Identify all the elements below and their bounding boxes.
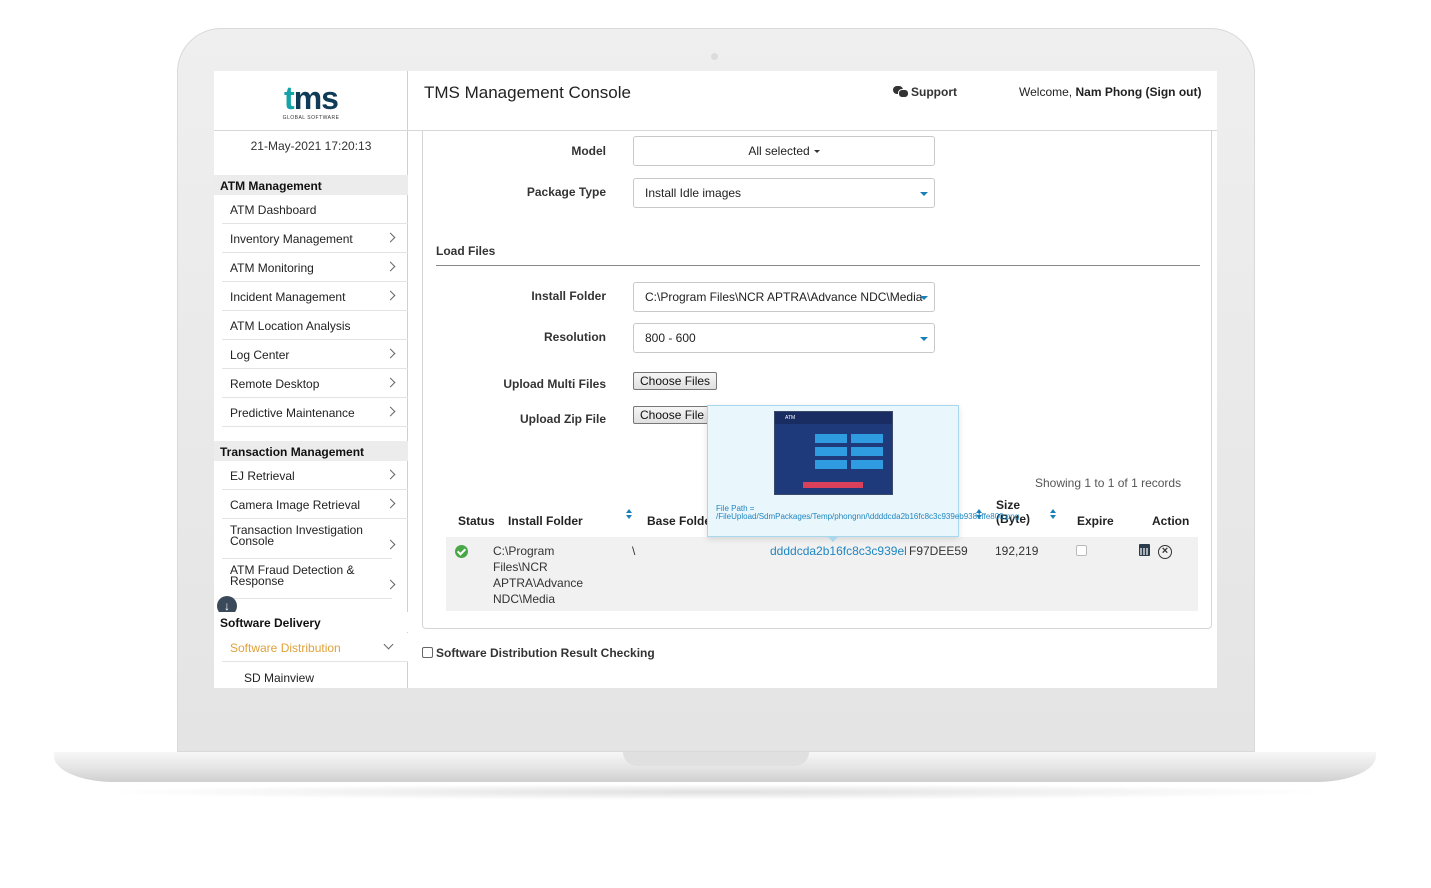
records-count: Showing 1 to 1 of 1 records xyxy=(1035,476,1182,490)
chevron-right-icon xyxy=(385,539,396,550)
laptop-notch xyxy=(623,752,809,766)
nav-transaction-investigation-console[interactable]: Transaction Investigation Console xyxy=(222,519,396,559)
model-label: Model xyxy=(571,144,606,158)
preview-button xyxy=(851,447,883,456)
upload-zip-label: Upload Zip File xyxy=(520,412,606,426)
support-link[interactable]: Support xyxy=(893,85,957,99)
caret-down-icon xyxy=(920,192,928,196)
preview-button xyxy=(815,434,847,443)
preview-image: ATM xyxy=(774,411,893,495)
topbar: TMS Management Console Support Welcome, … xyxy=(408,71,1217,131)
page-title: TMS Management Console xyxy=(424,83,631,102)
nav-atm-dashboard[interactable]: ATM Dashboard xyxy=(222,195,408,224)
th-base-folder[interactable]: Base Folder xyxy=(647,514,707,528)
logo-wordmark: tms xyxy=(284,80,339,116)
chevron-right-icon xyxy=(385,261,396,272)
current-datetime: 21-May-2021 17:20:13 xyxy=(250,139,372,153)
cell-install-folder: C:\Program Files\NCR APTRA\Advance NDC\M… xyxy=(493,544,584,606)
nav-software-distribution[interactable]: Software Distribution xyxy=(222,633,408,662)
result-checking-label[interactable]: Software Distribution Result Checking xyxy=(436,646,655,660)
load-files-title: Load Files xyxy=(436,244,496,258)
th-action: Action xyxy=(1152,514,1190,528)
section-software-delivery: Software Delivery xyxy=(214,612,408,632)
chevron-right-icon xyxy=(385,348,396,359)
sidebar: tms GLOBAL SOFTWARE 21-May-2021 17:20:13… xyxy=(214,71,408,688)
chevron-down-icon xyxy=(383,639,394,650)
choose-file-button[interactable]: Choose File xyxy=(633,406,711,424)
camera-dot xyxy=(711,53,718,60)
upload-multi-label: Upload Multi Files xyxy=(503,377,606,391)
preview-red-bar xyxy=(803,482,863,488)
th-install-folder[interactable]: Install Folder xyxy=(508,514,583,528)
th-expire[interactable]: Expire xyxy=(1077,514,1114,528)
sort-icon[interactable] xyxy=(1050,509,1058,521)
package-type-select[interactable]: Install Idle images xyxy=(633,178,935,208)
cell-checksum: F97DEE59 xyxy=(909,544,968,558)
laptop-shadow xyxy=(90,784,1340,800)
nav-sd-mainview[interactable]: SD Mainview xyxy=(244,671,314,685)
welcome-text: Welcome, Nam Phong (Sign out) xyxy=(1019,85,1202,99)
nav-remote-desktop[interactable]: Remote Desktop xyxy=(222,369,408,398)
tooltip-arrow xyxy=(827,536,839,542)
check-circle-icon xyxy=(455,545,468,558)
preview-button xyxy=(815,460,847,469)
nav-camera-image-retrieval[interactable]: Camera Image Retrieval xyxy=(222,490,408,519)
section-transaction-management: Transaction Management xyxy=(214,441,408,461)
cell-file-name-link[interactable]: ddddcda2b16fc8c3c939eb9381ffe800.png xyxy=(770,543,906,559)
logo-tagline: GLOBAL SOFTWARE xyxy=(282,115,340,121)
cell-base-folder: \ xyxy=(632,544,636,558)
chevron-right-icon xyxy=(385,290,396,301)
tooltip-file-path: File Path = /FileUpload/SdmPackages/Temp… xyxy=(716,504,1020,521)
install-folder-select[interactable]: C:\Program Files\NCR APTRA\Advance NDC\M… xyxy=(633,282,935,312)
package-type-label: Package Type xyxy=(526,185,606,199)
nav-atm-location-analysis[interactable]: ATM Location Analysis xyxy=(222,311,408,340)
section-divider xyxy=(436,265,1200,266)
chevron-right-icon xyxy=(385,579,396,590)
nav-incident-management[interactable]: Incident Management xyxy=(222,282,408,311)
install-folder-label: Install Folder xyxy=(531,289,606,303)
screen: tms GLOBAL SOFTWARE 21-May-2021 17:20:13… xyxy=(214,71,1217,688)
chevron-right-icon xyxy=(385,406,396,417)
preview-title: ATM xyxy=(785,415,796,421)
caret-down-icon xyxy=(920,296,928,300)
chevron-right-icon xyxy=(385,469,396,480)
nav-ej-retrieval[interactable]: EJ Retrieval xyxy=(222,461,408,490)
nav-predictive-maintenance[interactable]: Predictive Maintenance xyxy=(222,398,408,427)
cell-size: 192,219 xyxy=(995,544,1039,558)
choose-files-button[interactable]: Choose Files xyxy=(633,372,718,390)
model-select[interactable]: All selected xyxy=(633,136,935,166)
chevron-right-icon xyxy=(385,232,396,243)
file-preview-tooltip: ATM File Path = /FileUpload/SdmPackages/… xyxy=(707,405,1020,537)
nav-atm-fraud-detection[interactable]: ATM Fraud Detection & Response xyxy=(222,559,396,599)
chevron-right-icon xyxy=(385,377,396,388)
expire-checkbox[interactable] xyxy=(1076,545,1087,556)
remove-circle-icon[interactable]: × xyxy=(1158,545,1172,559)
nav-inventory-management[interactable]: Inventory Management xyxy=(222,224,408,253)
th-status[interactable]: Status xyxy=(458,514,495,528)
preview-button xyxy=(851,460,883,469)
calendar-icon[interactable] xyxy=(1139,544,1150,556)
caret-down-icon xyxy=(813,150,820,153)
logo[interactable]: tms GLOBAL SOFTWARE xyxy=(214,71,408,131)
preview-button xyxy=(851,434,883,443)
chevron-right-icon xyxy=(385,498,396,509)
resolution-label: Resolution xyxy=(544,330,606,344)
preview-button xyxy=(815,447,847,456)
nav-atm-monitoring[interactable]: ATM Monitoring xyxy=(222,253,408,282)
preview-header: ATM xyxy=(775,412,892,424)
section-atm-management: ATM Management xyxy=(214,175,408,195)
chat-icon xyxy=(893,86,909,98)
nav-log-center[interactable]: Log Center xyxy=(222,340,408,369)
result-checking-checkbox[interactable] xyxy=(422,647,433,658)
sign-out-link[interactable]: Nam Phong (Sign out) xyxy=(1075,85,1201,99)
caret-down-icon xyxy=(920,337,928,341)
sort-icon[interactable] xyxy=(626,509,634,521)
resolution-select[interactable]: 800 - 600 xyxy=(633,323,935,353)
